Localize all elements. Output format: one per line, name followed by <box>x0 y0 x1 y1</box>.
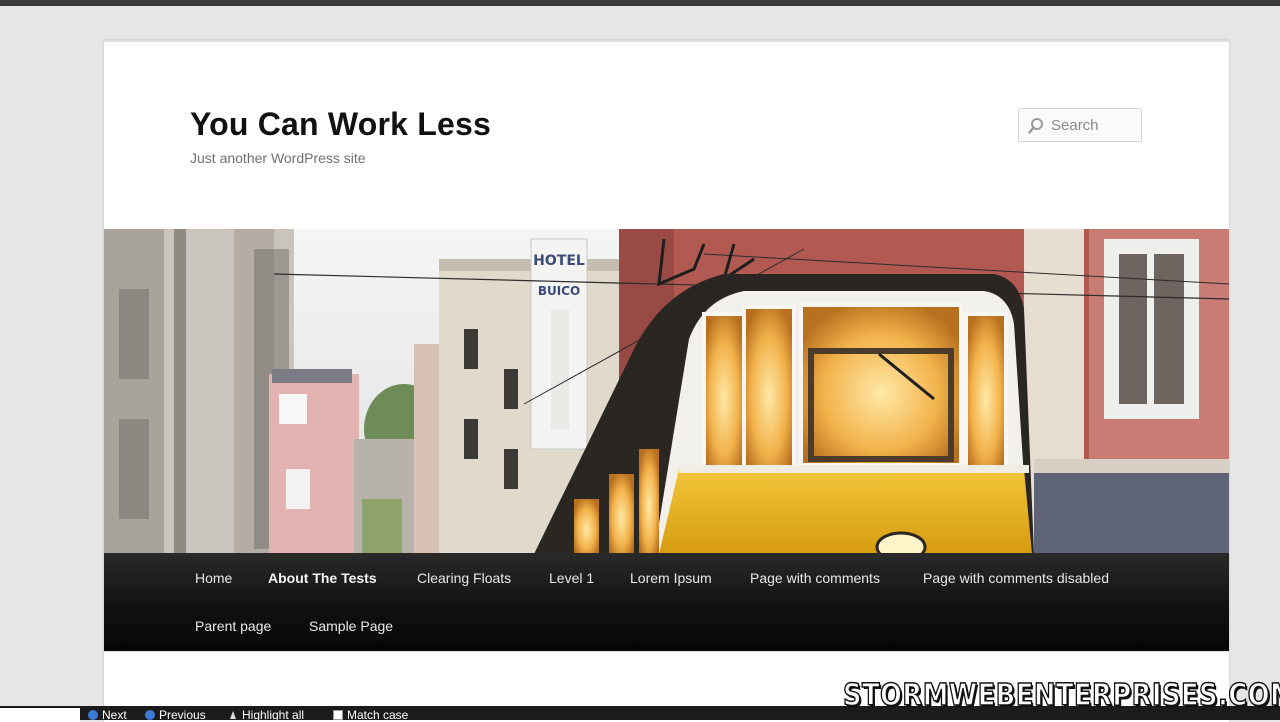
wordpress-page: You Can Work Less Just another WordPress… <box>104 40 1229 722</box>
arrow-down-icon <box>88 710 98 720</box>
nav-item-about-the-tests[interactable]: About The Tests <box>268 570 377 586</box>
browser-top-strip <box>0 0 1280 6</box>
highlighter-icon <box>230 711 236 719</box>
nav-item-sample-page[interactable]: Sample Page <box>309 618 393 634</box>
site-description: Just another WordPress site <box>190 150 366 166</box>
main-navigation: Home About The Tests Clearing Floats Lev… <box>104 553 1229 651</box>
site-title[interactable]: You Can Work Less <box>190 106 491 143</box>
search-input[interactable] <box>1051 110 1137 140</box>
nav-item-page-with-comments-disabled[interactable]: Page with comments disabled <box>923 570 1109 586</box>
hotel-sign-subtext: BUICO <box>538 284 580 298</box>
checkbox-icon <box>333 710 343 720</box>
search-box[interactable] <box>1018 108 1142 142</box>
nav-item-page-with-comments[interactable]: Page with comments <box>750 570 880 586</box>
nav-item-home[interactable]: Home <box>195 570 232 586</box>
watermark-text: STORMWEBENTERPRISES.COM <box>842 677 1280 714</box>
hotel-sign-text: HOTEL <box>533 253 585 269</box>
arrow-up-icon <box>145 710 155 720</box>
nav-item-clearing-floats[interactable]: Clearing Floats <box>417 570 511 586</box>
content-divider <box>104 651 1229 652</box>
header-image-tram: HOTEL BUICO <box>104 229 1229 554</box>
nav-item-parent-page[interactable]: Parent page <box>195 618 271 634</box>
nav-item-level-1[interactable]: Level 1 <box>549 570 594 586</box>
magnifier-icon <box>1028 118 1043 134</box>
nav-item-lorem-ipsum[interactable]: Lorem Ipsum <box>630 570 712 586</box>
